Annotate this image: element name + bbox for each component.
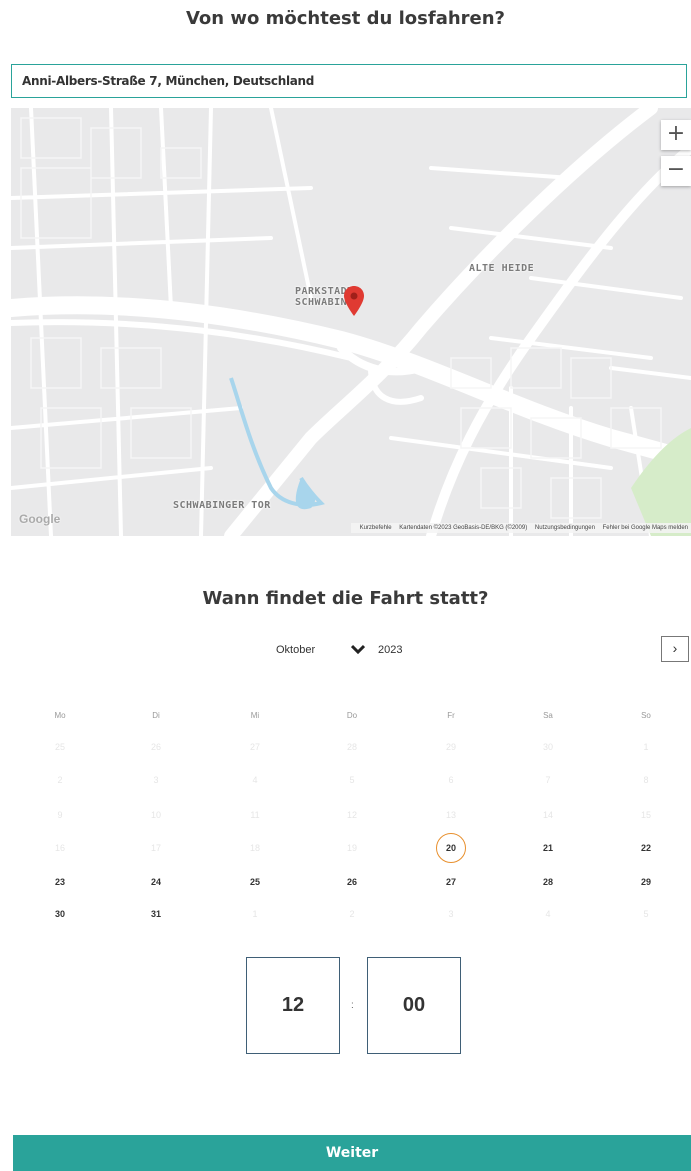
calendar-day: 19	[346, 843, 357, 853]
calendar-day-selected[interactable]: 20	[436, 833, 466, 863]
date-heading: Wann findet die Fahrt statt?	[202, 588, 489, 609]
calendar-day[interactable]: 31	[136, 907, 176, 921]
pin-shape	[344, 286, 364, 316]
calendar-day[interactable]: 23	[40, 875, 80, 889]
calendar-day: 1	[252, 909, 258, 919]
calendar-day: 15	[640, 810, 651, 820]
chevron-shape	[350, 644, 366, 655]
calendar-day: 12	[346, 810, 357, 820]
calendar-day: 25	[54, 742, 65, 752]
calendar-day: 7	[545, 775, 551, 785]
calendar-day: 30	[542, 742, 553, 752]
calendar-day[interactable]: 26	[332, 875, 372, 889]
weekday-label: So	[641, 711, 651, 720]
weekday-label: Mo	[54, 711, 66, 720]
calendar-day[interactable]: 25	[235, 875, 275, 889]
weekday-label: Mi	[250, 711, 260, 720]
calendar-day: 9	[57, 810, 63, 820]
zoom-in-button[interactable]: +	[661, 120, 691, 150]
calendar-day[interactable]: 24	[136, 875, 176, 889]
hour-input[interactable]: 12	[246, 957, 340, 1054]
time-separator: :	[351, 1000, 354, 1011]
google-logo: Google	[19, 512, 61, 526]
calendar-day[interactable]: 27	[431, 875, 471, 889]
calendar-day: 16	[54, 843, 65, 853]
calendar-day: 1	[643, 742, 649, 752]
calendar-day: 29	[445, 742, 456, 752]
calendar-day: 18	[249, 843, 260, 853]
calendar-day: 27	[249, 742, 260, 752]
calendar-day: 10	[150, 810, 161, 820]
calendar-day: 5	[349, 775, 355, 785]
map-label-alte-heide: ALTE HEIDE	[469, 263, 535, 274]
calendar-day[interactable]: 29	[626, 875, 666, 889]
map-data-text: Kartendaten ©2023 GeoBasis-DE/BKG (©2009…	[399, 525, 528, 531]
calendar-day: 14	[542, 810, 553, 820]
month-year-selector: Oktober 2023	[0, 642, 691, 662]
calendar-day: 4	[545, 909, 551, 919]
minute-input[interactable]: 00	[367, 957, 461, 1054]
calendar-day: 17	[150, 843, 161, 853]
start-address-input[interactable]: Anni-Albers-Straße 7, München, Deutschla…	[11, 64, 687, 98]
report-error-link[interactable]: Fehler bei Google Maps melden	[603, 525, 688, 531]
calendar-day: 13	[445, 810, 456, 820]
calendar-day: 2	[349, 909, 355, 919]
weekday-header: Mo Di Mi Do Fr Sa So	[0, 711, 691, 725]
map-attribution: Kurzbefehle Kartendaten ©2023 GeoBasis-D…	[350, 523, 691, 533]
map-streets	[11, 108, 691, 536]
calendar-day: 2	[57, 775, 63, 785]
calendar-day[interactable]: 30	[40, 907, 80, 921]
terms-link[interactable]: Nutzungsbedingungen	[535, 525, 595, 531]
calendar-day: 6	[448, 775, 454, 785]
calendar-day: 3	[153, 775, 159, 785]
weekday-label: Do	[346, 711, 358, 720]
chevron-down-icon[interactable]	[350, 643, 366, 658]
calendar-day[interactable]: 21	[528, 841, 568, 855]
shortcuts-link[interactable]: Kurzbefehle	[360, 525, 392, 531]
start-heading: Von wo möchtest du losfahren?	[185, 8, 505, 29]
weiter-button[interactable]: Weiter	[13, 1135, 691, 1171]
zoom-out-button[interactable]: −	[661, 156, 691, 186]
map[interactable]: PARKSTADT SCHWABING ALTE HEIDE SCHWABING…	[11, 108, 691, 536]
calendar-day[interactable]: 22	[626, 841, 666, 855]
calendar-day: 26	[150, 742, 161, 752]
calendar-day: 4	[252, 775, 258, 785]
calendar-day: 11	[250, 810, 260, 820]
calendar-day: 5	[643, 909, 649, 919]
calendar-day: 28	[346, 742, 357, 752]
weekday-label: Sa	[543, 711, 553, 720]
weekday-label: Fr	[447, 711, 455, 720]
calendar-day: 3	[448, 909, 454, 919]
month-select[interactable]: Oktober	[276, 644, 315, 656]
year-select[interactable]: 2023	[378, 644, 402, 656]
calendar-day: 8	[643, 775, 649, 785]
calendar-day[interactable]: 28	[528, 875, 568, 889]
map-label-schwabinger-tor: SCHWABINGER TOR	[173, 500, 271, 511]
next-month-button[interactable]: ›	[661, 636, 689, 662]
weekday-label: Di	[152, 711, 160, 720]
